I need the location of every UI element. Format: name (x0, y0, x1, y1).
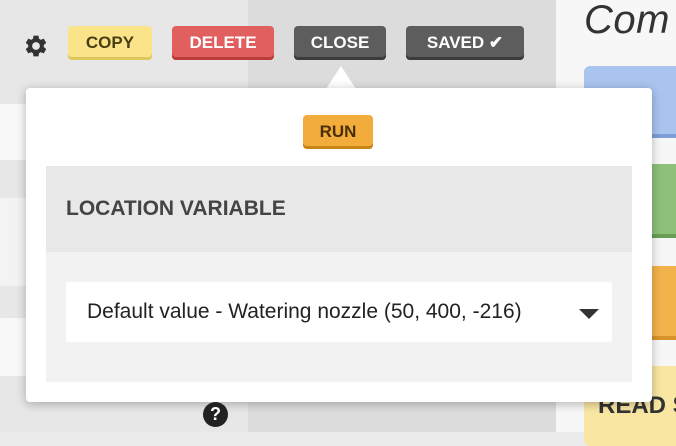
delete-button[interactable]: DELETE (172, 26, 274, 60)
close-button[interactable]: CLOSE (294, 26, 386, 60)
location-variable-popover: RUN LOCATION VARIABLE Default value - Wa… (26, 88, 652, 402)
section-body: Default value - Watering nozzle (50, 400… (46, 252, 632, 382)
copy-button[interactable]: COPY (68, 26, 152, 60)
location-dropdown[interactable]: Default value - Watering nozzle (50, 400… (66, 282, 612, 342)
commands-title: Com (584, 0, 670, 42)
help-icon[interactable]: ? (203, 402, 228, 427)
popover-arrow (326, 66, 356, 89)
section-title: LOCATION VARIABLE (46, 166, 632, 252)
run-button[interactable]: RUN (303, 115, 373, 149)
gear-icon[interactable] (23, 33, 49, 59)
saved-button[interactable]: SAVED ✔ (406, 26, 524, 60)
caret-down-icon[interactable] (579, 309, 599, 319)
dropdown-selected-value: Default value - Watering nozzle (50, 400… (87, 300, 522, 323)
